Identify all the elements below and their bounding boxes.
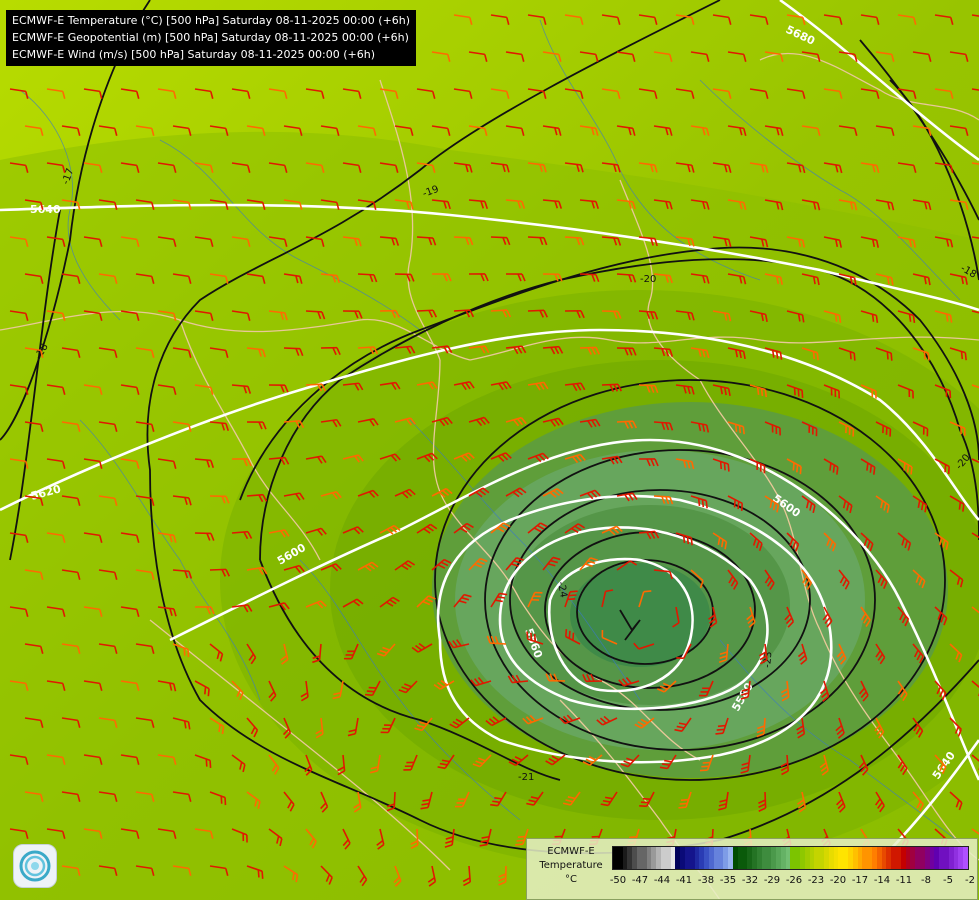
legend-ticks: -50 -47 -44 -41 -38 -35 -32 -29 -26 -23 -20 -17 -14-… [609, 875, 975, 889]
legend-tick: -44 [653, 875, 671, 886]
swirl-logo-icon [13, 844, 57, 888]
temperature-label: -21 [518, 772, 534, 783]
temperature-legend: ECMWF-E Temperature °C -50 -47 -44 -41 -38 -3… [526, 838, 978, 900]
legend-title: ECMWF-E Temperature °C [531, 845, 611, 887]
header-line-wind: ECMWF-E Wind (m/s) [500 hPa] Saturday 08… [12, 48, 375, 61]
legend-tick: -41 [675, 875, 693, 886]
legend-tick: -47 [631, 875, 649, 886]
map-header: ECMWF-E Temperature (°C) [500 hPa] Satur… [6, 10, 417, 66]
legend-tick: -5 [943, 875, 953, 886]
legend-tick: -50 [609, 875, 627, 886]
legend-tick: -11 [895, 875, 913, 886]
legend-swatch [963, 847, 968, 869]
legend-tick: -29 [763, 875, 781, 886]
legend-color-bar [612, 846, 969, 870]
legend-title-variable: Temperature [539, 860, 603, 871]
legend-title-unit: °C [565, 874, 577, 885]
header-line-geopotential: ECMWF-E Geopotential (m) [500 hPa] Satur… [12, 31, 409, 44]
legend-tick: -26 [785, 875, 803, 886]
header-line-temperature: ECMWF-E Temperature (°C) [500 hPa] Satur… [12, 14, 411, 27]
legend-tick: -32 [741, 875, 759, 886]
legend-tick: -23 [807, 875, 825, 886]
legend-title-model: ECMWF-E [547, 846, 595, 857]
weather-map: 5680 5640 5620 5600 5600 5560 5580 5640 … [0, 0, 979, 900]
geopotential-label: 5640 [30, 203, 61, 216]
legend-tick: -8 [921, 875, 931, 886]
legend-tick: -20 [829, 875, 847, 886]
legend-tick: -2 [965, 875, 975, 886]
legend-tick: -35 [719, 875, 737, 886]
legend-tick: -17 [851, 875, 869, 886]
legend-tick: -14 [873, 875, 891, 886]
temperature-label: -20 [640, 274, 656, 285]
legend-tick: -38 [697, 875, 715, 886]
